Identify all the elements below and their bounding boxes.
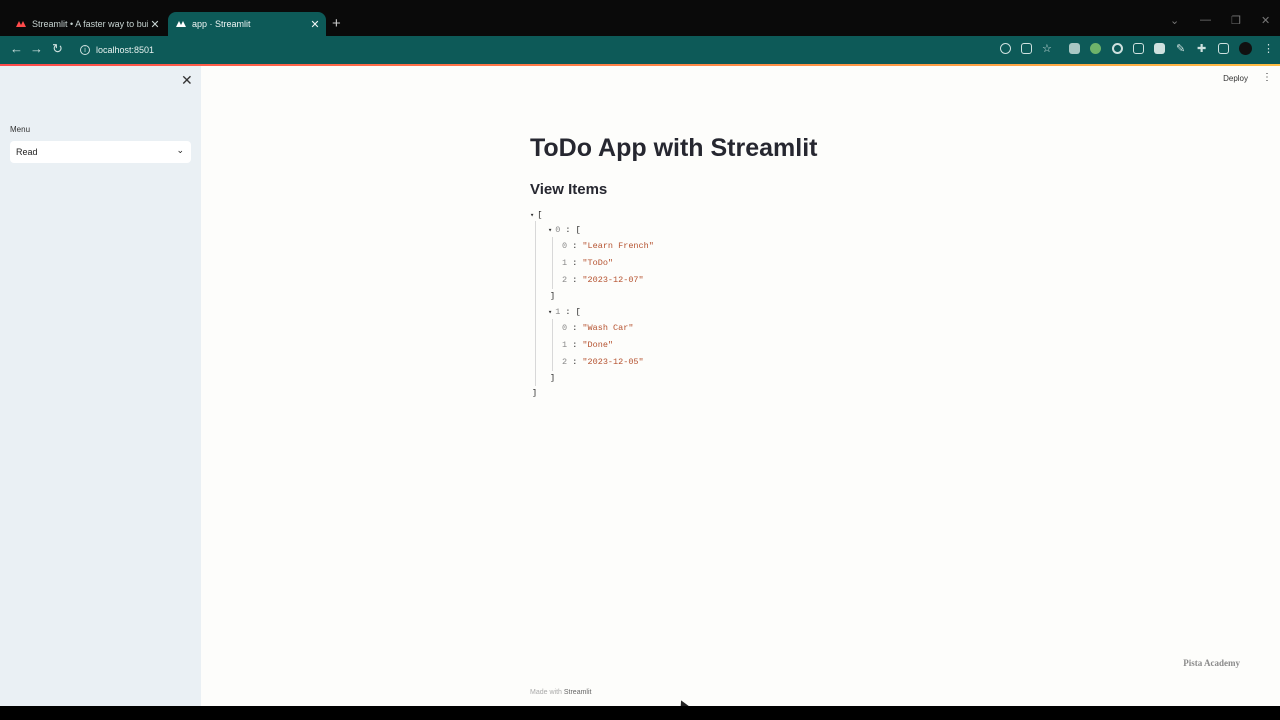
json-separator: : <box>560 307 576 317</box>
profile-avatar[interactable] <box>1239 42 1252 55</box>
menu-selected-value: Read <box>16 147 38 157</box>
browser-tab-strip: Streamlit • A faster way to build ✕ app … <box>0 0 1280 36</box>
close-window-icon[interactable]: ✕ <box>1261 14 1270 27</box>
collapse-caret-icon[interactable]: ▾ <box>530 212 534 220</box>
extension-icon[interactable] <box>1133 43 1144 54</box>
json-row: ] <box>550 372 555 384</box>
bookmark-star-icon[interactable]: ☆ <box>1042 42 1052 55</box>
json-row: 2 : "2023-12-05" <box>562 356 644 368</box>
section-subtitle: View Items <box>530 181 608 198</box>
json-row[interactable]: ▾ 1 : [ <box>548 306 581 318</box>
json-row: ] <box>532 387 537 399</box>
json-bracket: [ <box>575 307 581 317</box>
site-info-icon[interactable]: i <box>80 45 90 55</box>
json-separator: : <box>567 241 583 251</box>
json-bracket: [ <box>537 210 543 220</box>
extension-icon[interactable] <box>1069 43 1080 54</box>
streamlit-logo-icon <box>16 21 26 27</box>
json-string-value: "2023-12-07" <box>582 275 644 285</box>
footer-made-with: Made with <box>530 689 562 696</box>
tab-title: Streamlit • A faster way to build <box>32 19 148 29</box>
json-row: ] <box>550 290 555 302</box>
extension-icon[interactable] <box>1112 43 1123 54</box>
json-indent-guide <box>552 237 553 289</box>
json-string-value: "ToDo" <box>582 258 614 268</box>
chevron-down-icon: ⌄ <box>176 145 184 155</box>
deploy-button[interactable]: Deploy <box>1223 74 1248 83</box>
tab-search-icon[interactable]: ⌄ <box>1170 14 1179 27</box>
browser-tab-streamlit-home[interactable]: Streamlit • A faster way to build ✕ <box>8 12 166 36</box>
extensions-puzzle-icon[interactable]: ✚ <box>1197 42 1206 55</box>
json-row[interactable]: ▾[ <box>530 209 542 221</box>
json-indent-guide <box>535 221 536 386</box>
forward-icon[interactable]: → <box>30 41 43 56</box>
tab-title: app · Streamlit <box>192 19 251 29</box>
json-row: 0 : "Wash Car" <box>562 322 633 334</box>
browser-toolbar: ← → ↻ i localhost:8501 ☆ ✎ ✚ ⋮ <box>0 36 1280 64</box>
json-separator: : <box>567 357 583 367</box>
browser-tab-app[interactable]: app · Streamlit ✕ <box>168 12 326 36</box>
json-separator: : <box>567 340 583 350</box>
json-bracket: ] <box>532 388 538 398</box>
menu-label: Menu <box>10 125 31 134</box>
close-tab-icon[interactable]: ✕ <box>148 18 162 31</box>
json-bracket: ] <box>550 291 556 301</box>
main-content: Deploy ⋮ ToDo App with Streamlit View It… <box>201 66 1280 706</box>
back-icon[interactable]: ← <box>10 41 23 56</box>
json-row: 1 : "Done" <box>562 339 613 351</box>
pen-icon[interactable]: ✎ <box>1176 42 1185 55</box>
json-separator: : <box>567 258 583 268</box>
json-separator: : <box>567 275 583 285</box>
extension-icon[interactable] <box>1154 43 1165 54</box>
json-string-value: "Learn French" <box>582 241 654 251</box>
close-tab-icon[interactable]: ✕ <box>308 18 322 31</box>
footer-streamlit-link[interactable]: Streamlit <box>564 689 592 696</box>
extension-icon[interactable] <box>1090 43 1101 54</box>
reload-icon[interactable]: ↻ <box>52 41 63 57</box>
collapse-caret-icon[interactable]: ▾ <box>548 227 552 235</box>
json-string-value: "2023-12-05" <box>582 357 644 367</box>
sidebar: ✕ Menu Read ⌄ <box>0 66 201 706</box>
collapse-caret-icon[interactable]: ▾ <box>548 309 552 317</box>
share-icon[interactable] <box>1021 43 1032 54</box>
json-bracket: [ <box>575 225 581 235</box>
screen-bottom-edge <box>0 706 1280 720</box>
streamlit-logo-icon <box>176 21 186 27</box>
json-separator: : <box>567 323 583 333</box>
page-title: ToDo App with Streamlit <box>530 134 818 162</box>
footer: Made with Streamlit <box>530 689 591 696</box>
url-text: localhost:8501 <box>96 45 155 55</box>
close-sidebar-icon[interactable]: ✕ <box>181 72 193 89</box>
menu-select[interactable]: Read ⌄ <box>10 141 191 163</box>
new-tab-button[interactable]: + <box>332 15 341 32</box>
json-indent-guide <box>552 319 553 371</box>
browser-menu-icon[interactable]: ⋮ <box>1263 42 1274 55</box>
side-panel-icon[interactable] <box>1218 43 1229 54</box>
watermark: Pista Academy <box>1183 658 1240 668</box>
restore-icon[interactable]: ❐ <box>1231 14 1241 27</box>
json-row: 1 : "ToDo" <box>562 257 613 269</box>
zoom-icon[interactable] <box>1000 43 1011 54</box>
json-string-value: "Done" <box>582 340 614 350</box>
main-menu-icon[interactable]: ⋮ <box>1262 72 1272 83</box>
json-row[interactable]: ▾ 0 : [ <box>548 224 581 236</box>
minimize-icon[interactable]: — <box>1200 14 1211 26</box>
json-row: 2 : "2023-12-07" <box>562 274 644 286</box>
json-string-value: "Wash Car" <box>582 323 634 333</box>
json-separator: : <box>560 225 576 235</box>
json-bracket: ] <box>550 373 556 383</box>
json-row: 0 : "Learn French" <box>562 240 654 252</box>
